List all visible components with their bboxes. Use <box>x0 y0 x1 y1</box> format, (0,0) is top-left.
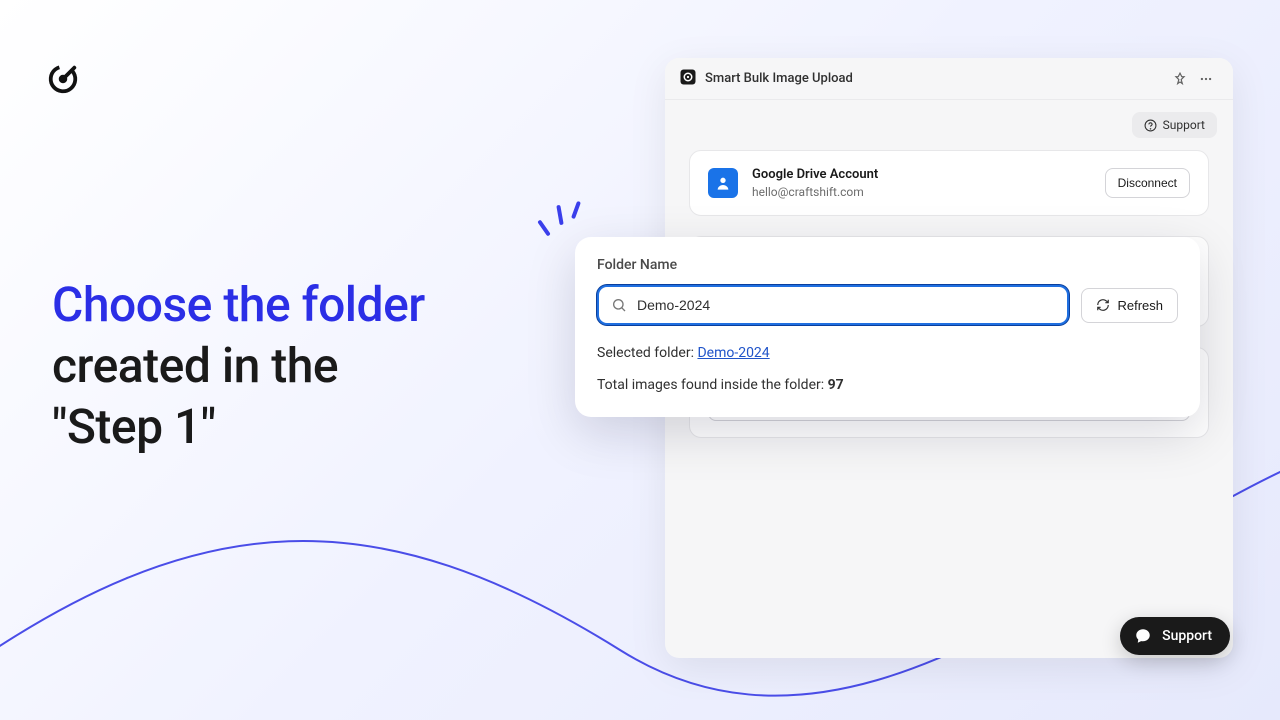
headline-accent: Choose the folder <box>52 276 425 333</box>
headline-line3: "Step 1" <box>52 398 216 455</box>
account-card: Google Drive Account hello@craftshift.co… <box>689 150 1209 216</box>
folder-card: Folder Name Refresh Selected folder: Dem… <box>575 237 1200 417</box>
panel-logo-icon <box>679 68 697 90</box>
folder-label: Folder Name <box>597 257 1178 273</box>
headline-line2: created in the <box>52 337 338 394</box>
folder-search-input[interactable] <box>637 297 1055 313</box>
chat-icon <box>1134 627 1152 645</box>
refresh-label: Refresh <box>1117 298 1163 313</box>
more-icon[interactable] <box>1193 66 1219 92</box>
disconnect-button[interactable]: Disconnect <box>1105 168 1190 198</box>
selected-folder-link[interactable]: Demo-2024 <box>697 345 769 361</box>
panel-title: Smart Bulk Image Upload <box>705 71 853 86</box>
app-logo <box>46 62 80 100</box>
pin-icon[interactable] <box>1167 66 1193 92</box>
panel-header: Smart Bulk Image Upload <box>665 58 1233 100</box>
search-icon <box>611 297 627 313</box>
refresh-icon <box>1096 298 1110 312</box>
total-images-line: Total images found inside the folder: 97 <box>597 377 1178 393</box>
selected-prefix: Selected folder: <box>597 345 697 361</box>
folder-search-wrap[interactable] <box>597 285 1069 325</box>
account-name: Google Drive Account <box>752 167 878 182</box>
total-prefix: Total images found inside the folder: <box>597 377 828 393</box>
support-button[interactable]: Support <box>1132 112 1217 138</box>
account-email: hello@craftshift.com <box>752 185 878 199</box>
avatar <box>708 168 738 198</box>
marketing-headline: Choose the folder created in the "Step 1… <box>52 275 425 458</box>
total-count: 97 <box>828 377 844 393</box>
support-chat-bubble[interactable]: Support <box>1120 617 1230 655</box>
chat-label: Support <box>1162 628 1212 644</box>
selected-folder-line: Selected folder: Demo-2024 <box>597 345 1178 361</box>
sparkle-decor <box>530 195 590 245</box>
support-label: Support <box>1163 118 1205 132</box>
refresh-button[interactable]: Refresh <box>1081 288 1178 323</box>
help-icon <box>1144 119 1157 132</box>
